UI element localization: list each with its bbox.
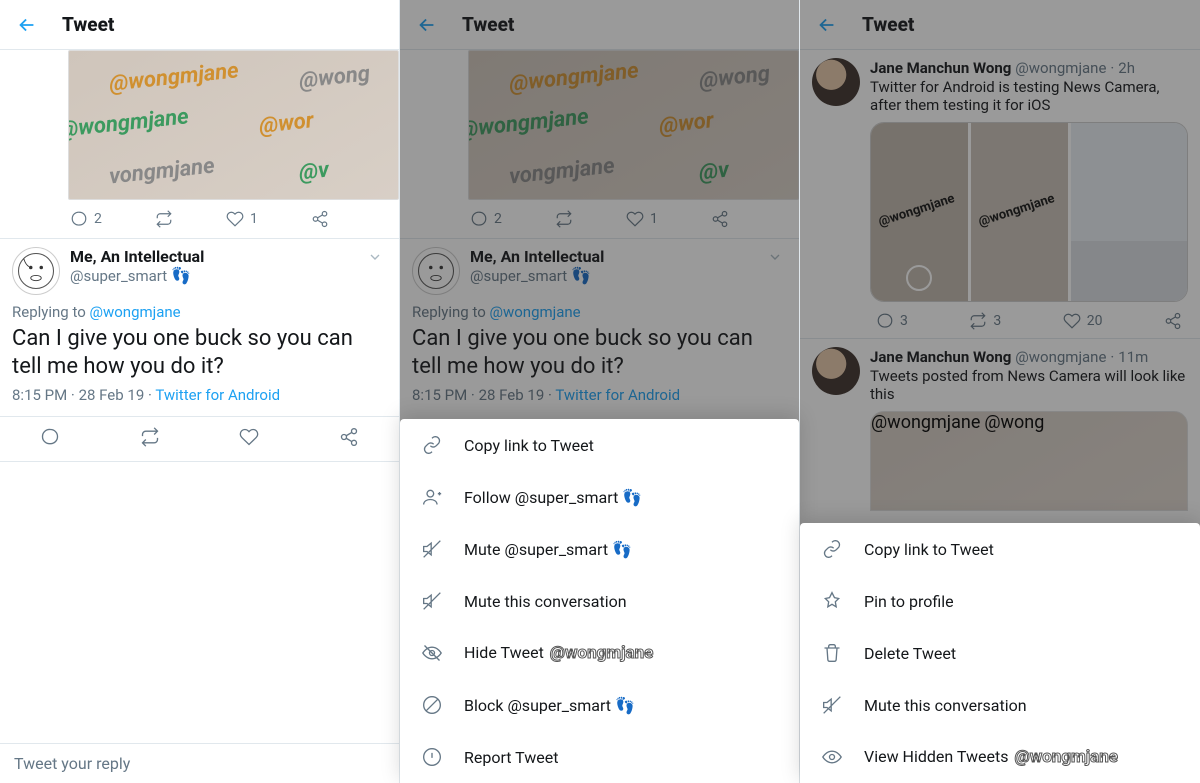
tweet-media[interactable]: @wongmjane @wongmjane — [870, 122, 1188, 302]
share-icon[interactable] — [339, 427, 359, 451]
header-title: Tweet — [862, 13, 914, 36]
sheet-mute-user[interactable]: Mute @super_smart 👣 — [400, 523, 799, 575]
like-icon[interactable] — [239, 427, 259, 451]
tweet-actions: 3 3 20 — [870, 302, 1188, 330]
previous-tweet-image: @wongmjane@wong @wongmjane@wor vongmjane… — [468, 50, 799, 200]
sheet-pin[interactable]: Pin to profile — [800, 575, 1200, 627]
display-name[interactable]: Me, An Intellectual — [70, 247, 204, 266]
screen-sheet-reply: Tweet @wongmjane@wong @wongmjane@wor von… — [400, 0, 800, 783]
sheet-view-hidden[interactable]: View Hidden Tweets@wongmjane — [800, 731, 1200, 783]
back-arrow-icon[interactable] — [16, 14, 38, 36]
avatar-drawing — [15, 250, 57, 292]
sheet-block[interactable]: Block @super_smart 👣 — [400, 679, 799, 731]
tweet-age: 2h — [1118, 59, 1135, 77]
avatar[interactable] — [12, 247, 60, 295]
watermark: @wongmjane — [1014, 747, 1118, 767]
retweet-icon[interactable] — [140, 427, 160, 451]
screen-base: Tweet @wongmjane@wong @wongmjane@wor von… — [0, 0, 400, 783]
avatar[interactable] — [812, 347, 860, 395]
action-sheet-own: Copy link to Tweet Pin to profile Delete… — [800, 523, 1200, 783]
previous-tweet-image[interactable]: @wongmjane@wong @wongmjane@wor vongmjane… — [68, 50, 399, 200]
tweet-meta: 8:15 PM · 28 Feb 19 · Twitter for Androi… — [0, 386, 399, 416]
reply-action[interactable]: 2 — [70, 210, 102, 228]
retweet-action[interactable]: 3 — [969, 312, 1001, 330]
eye-icon — [822, 747, 842, 767]
screen-sheet-own: Tweet Jane Manchun Wong @wongmjane · 2h … — [800, 0, 1200, 783]
handle[interactable]: @wongmjane — [1015, 59, 1106, 77]
sheet-delete[interactable]: Delete Tweet — [800, 627, 1200, 679]
tweet-body: Can I give you one buck so you can tell … — [0, 321, 399, 386]
share-action[interactable] — [311, 210, 329, 228]
timeline-item[interactable]: Jane Manchun Wong @wongmjane · 2h Twitte… — [800, 50, 1200, 339]
sheet-copy-link[interactable]: Copy link to Tweet — [800, 523, 1200, 575]
tweet-menu-caret[interactable] — [367, 249, 383, 269]
replying-to: Replying to @wongmjane — [0, 295, 399, 321]
sheet-hide-tweet[interactable]: Hide Tweet@wongmjane — [400, 627, 799, 679]
replying-to-link[interactable]: @wongmjane — [89, 303, 180, 321]
tweet-header: Me, An Intellectual @super_smart 👣 — [0, 239, 399, 295]
pin-icon — [822, 591, 842, 611]
header-title: Tweet — [462, 13, 514, 36]
sheet-copy-link[interactable]: Copy link to Tweet — [400, 419, 799, 471]
block-icon — [422, 695, 442, 715]
share-action[interactable] — [1164, 312, 1182, 330]
follow-icon — [422, 487, 442, 507]
sheet-follow[interactable]: Follow @super_smart 👣 — [400, 471, 799, 523]
sheet-mute-conversation[interactable]: Mute this conversation — [400, 575, 799, 627]
report-icon — [422, 747, 442, 767]
reply-input[interactable]: Tweet your reply — [0, 743, 399, 783]
like-action[interactable]: 20 — [1063, 312, 1103, 330]
reply-icon[interactable] — [40, 427, 60, 451]
sheet-mute-conversation[interactable]: Mute this conversation — [800, 679, 1200, 731]
retweet-action[interactable] — [155, 210, 173, 228]
avatar[interactable] — [812, 58, 860, 106]
mute-icon — [422, 591, 442, 611]
sheet-report[interactable]: Report Tweet — [400, 731, 799, 783]
header: Tweet — [0, 0, 399, 50]
timeline-item[interactable]: Jane Manchun Wong @wongmjane · 11m Tweet… — [800, 339, 1200, 519]
reply-action[interactable]: 3 — [876, 312, 908, 330]
trash-icon — [822, 643, 842, 663]
previous-tweet-actions: 2 1 — [0, 200, 399, 238]
mute-icon — [822, 695, 842, 715]
like-action[interactable]: 1 — [226, 210, 258, 228]
display-name[interactable]: Jane Manchun Wong — [870, 59, 1011, 77]
header-title: Tweet — [62, 13, 114, 36]
action-sheet: Copy link to Tweet Follow @super_smart 👣… — [400, 419, 799, 783]
tweet-media[interactable]: @wongmjane @wong — [870, 411, 1188, 511]
handle[interactable]: @super_smart — [70, 267, 167, 285]
back-arrow-icon[interactable] — [416, 14, 438, 36]
link-icon — [422, 435, 442, 455]
mute-icon — [422, 539, 442, 559]
tweet-source-link[interactable]: Twitter for Android — [155, 386, 280, 404]
link-icon — [822, 539, 842, 559]
tweet-actions-bar — [0, 416, 399, 462]
hide-icon — [422, 643, 442, 663]
tweet-text: Twitter for Android is testing News Came… — [870, 78, 1188, 114]
handle-emoji: 👣 — [171, 266, 191, 285]
back-arrow-icon[interactable] — [816, 14, 838, 36]
watermark: @wongmjane — [550, 643, 654, 663]
